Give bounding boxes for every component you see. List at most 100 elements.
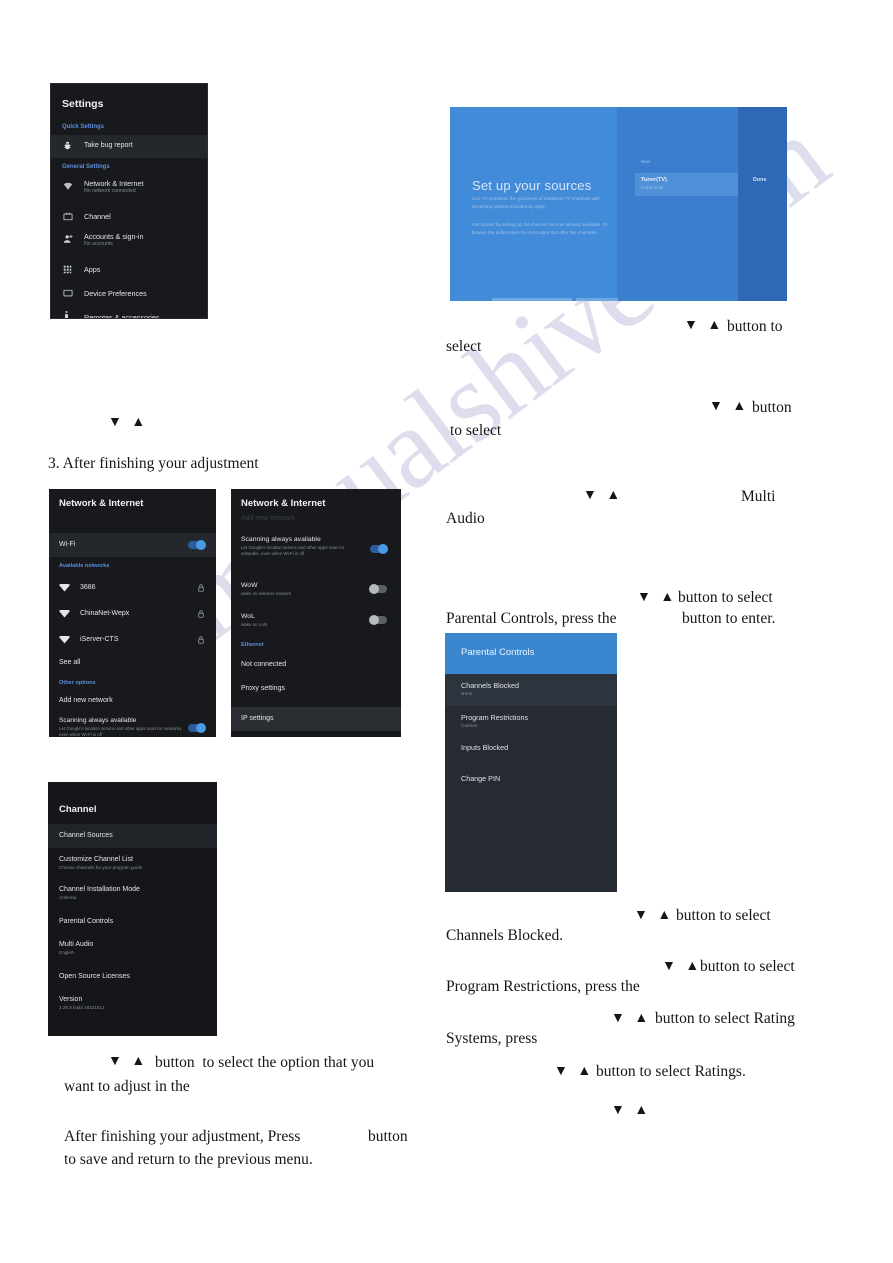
sidebar-item-channel-label: Channel xyxy=(84,212,111,221)
sources-scroll-indicator-2 xyxy=(576,298,618,301)
network-row[interactable]: 3686 xyxy=(49,576,216,602)
monitor-icon xyxy=(63,289,73,298)
sidebar-item-device-preferences-label: Device Preferences xyxy=(84,289,147,298)
other-options-label: Other options xyxy=(59,680,96,686)
arrows-pair: ▼ ▲ xyxy=(108,415,149,430)
ip-settings-row[interactable]: IP settings xyxy=(231,707,401,731)
scanning-toggle[interactable] xyxy=(188,723,206,733)
arrows-pair: ▼ ▲ xyxy=(583,488,624,503)
parental-item-label: Change PIN xyxy=(461,774,501,783)
scanning-toggle[interactable] xyxy=(370,544,388,554)
see-all-row[interactable]: See all xyxy=(59,659,80,666)
channel-item-version: Version 2.28.5 build 18321512 xyxy=(59,996,104,1010)
arrows-pair: ▼ ▲ xyxy=(684,318,725,333)
add-new-network-row[interactable]: Add new network xyxy=(59,697,113,704)
channel-item-installation-mode[interactable]: Channel Installation Mode Antenna xyxy=(59,886,140,900)
tv-icon xyxy=(63,212,73,221)
channel-item-label: Version xyxy=(59,996,83,1003)
instr-button-to-select-ratings: button to select Ratings. xyxy=(596,1063,746,1080)
sidebar-item-apps[interactable]: Apps xyxy=(51,259,207,286)
remote-icon xyxy=(63,311,70,318)
parental-item-label: Program Restrictions xyxy=(461,713,529,722)
network-row[interactable]: iServer-CTS xyxy=(49,628,216,654)
instr-button-to-select-3: button to select xyxy=(700,958,795,975)
proxy-settings-row[interactable]: Proxy settings xyxy=(241,685,285,692)
wow-row[interactable]: WoW wake on wireless network xyxy=(241,582,359,597)
sources-middle-pane: New Tuner(TV) 0 channels xyxy=(617,107,740,301)
sources-body-1: Live TV combines the goodness of traditi… xyxy=(472,196,600,209)
arrows-pair: ▼ ▲ xyxy=(611,1011,652,1026)
sidebar-item-accounts-signin-sub: No accounts xyxy=(84,241,113,247)
lock-icon xyxy=(198,636,204,644)
scanning-always-available-row[interactable]: Scanning always available Let Google's l… xyxy=(241,536,359,557)
parental-item-label: Channels Blocked xyxy=(461,681,519,690)
instr-button-to-enter: button to enter. xyxy=(682,610,776,627)
wol-title: WoL xyxy=(241,613,255,620)
sources-done-button[interactable]: Done xyxy=(753,177,766,183)
parental-item-change-pin[interactable]: Change PIN xyxy=(461,774,500,783)
network-row[interactable]: ChinaNet-Wepx xyxy=(49,602,216,628)
sidebar-item-channel[interactable]: Channel xyxy=(51,206,207,233)
network-ssid: 3686 xyxy=(80,584,96,591)
instr-parental-controls-press: Parental Controls, press the xyxy=(446,610,617,627)
parental-controls-screenshot: Parental Controls Channels Blocked None … xyxy=(445,633,617,892)
wow-title: WoW xyxy=(241,582,258,589)
arrows-pair: ▼ ▲ xyxy=(611,1103,652,1118)
wifi-label: Wi-Fi xyxy=(59,541,76,548)
scanning-title: Scanning always available xyxy=(59,717,137,724)
general-settings-label: General Settings xyxy=(62,164,110,170)
channel-item-parental-controls[interactable]: Parental Controls xyxy=(59,918,113,925)
scanning-always-available-row[interactable]: Scanning always available Let Google's l… xyxy=(59,717,184,737)
parental-item-program-restrictions[interactable]: Program Restrictions Custom xyxy=(461,713,528,729)
wifi-signal-icon xyxy=(59,636,70,644)
wow-toggle[interactable] xyxy=(369,584,387,594)
channel-item-multi-audio[interactable]: Multi Audio English xyxy=(59,941,93,955)
arrows-pair: ▼ ▲ xyxy=(637,590,678,605)
arrows-pair: ▼ ▲ xyxy=(108,1054,149,1069)
wol-toggle[interactable] xyxy=(369,615,387,625)
network-internet-screenshot-1: Network & Internet Wi-Fi Available netwo… xyxy=(49,489,216,737)
channel-item-open-source-licenses[interactable]: Open Source Licenses xyxy=(59,973,130,980)
instr-systems-press: Systems, press xyxy=(446,1030,538,1047)
scanning-title: Scanning always available xyxy=(241,536,321,543)
sidebar-item-remotes-accessories[interactable]: Remotes & accessories xyxy=(51,307,207,318)
channel-item-label: Channel Installation Mode xyxy=(59,886,140,893)
manual-page: manualshive.com Settings Quick Settings … xyxy=(0,0,893,1263)
wol-sub: wake on LAN xyxy=(241,622,268,627)
parental-controls-title: Parental Controls xyxy=(461,647,535,658)
instr-to-select: to select xyxy=(450,422,502,439)
instr-button: button xyxy=(752,399,792,416)
setup-sources-screenshot: Set up your sources Live TV combines the… xyxy=(450,107,787,301)
parental-item-channels-blocked[interactable]: Channels Blocked None xyxy=(461,681,519,697)
wifi-toggle[interactable] xyxy=(188,540,206,550)
instr-select: select xyxy=(446,338,482,355)
sources-scroll-indicator-1 xyxy=(492,298,572,301)
channel-item-sub: English xyxy=(59,950,75,955)
wol-row[interactable]: WoL wake on LAN xyxy=(241,613,359,628)
sidebar-item-device-preferences[interactable]: Device Preferences xyxy=(51,283,207,310)
instr-program-restrictions-press: Program Restrictions, press the xyxy=(446,978,640,995)
parental-item-inputs-blocked[interactable]: Inputs Blocked xyxy=(461,743,508,752)
parental-controls-title-bar: Parental Controls xyxy=(445,633,617,674)
arrows-pair: ▼ ▲ xyxy=(662,959,703,974)
sidebar-item-accounts-signin[interactable]: Accounts & sign-in No accounts xyxy=(51,230,207,257)
sidebar-item-accounts-signin-label: Accounts & sign-in xyxy=(84,232,144,241)
channel-item-customize-list[interactable]: Customize Channel List Choose channels f… xyxy=(59,856,142,870)
wow-sub: wake on wireless network xyxy=(241,591,292,596)
arrows-pair: ▼ ▲ xyxy=(634,908,675,923)
not-connected-row: Not connected xyxy=(241,661,287,668)
take-bug-report-row[interactable]: Take bug report xyxy=(51,135,207,158)
channel-item-sub: Antenna xyxy=(59,895,77,900)
instr-button-to-select-2: button to select xyxy=(676,907,771,924)
channel-sources-row[interactable]: Channel Sources xyxy=(48,824,217,848)
channel-header: Channel xyxy=(59,804,97,815)
instr-channels-blocked: Channels Blocked. xyxy=(446,927,564,944)
lock-icon xyxy=(198,610,204,618)
instr-multi: Multi xyxy=(741,488,776,505)
sources-tuner-card[interactable]: Tuner(TV) 0 channels xyxy=(635,173,740,196)
channel-item-label: Open Source Licenses xyxy=(59,973,130,980)
sources-right-pane: Done xyxy=(738,107,787,301)
wifi-toggle-row[interactable]: Wi-Fi xyxy=(49,533,216,557)
sidebar-item-network-internet[interactable]: Network & Internet No network connected xyxy=(51,177,207,204)
sources-tuner-sub: 0 channels xyxy=(641,185,664,190)
